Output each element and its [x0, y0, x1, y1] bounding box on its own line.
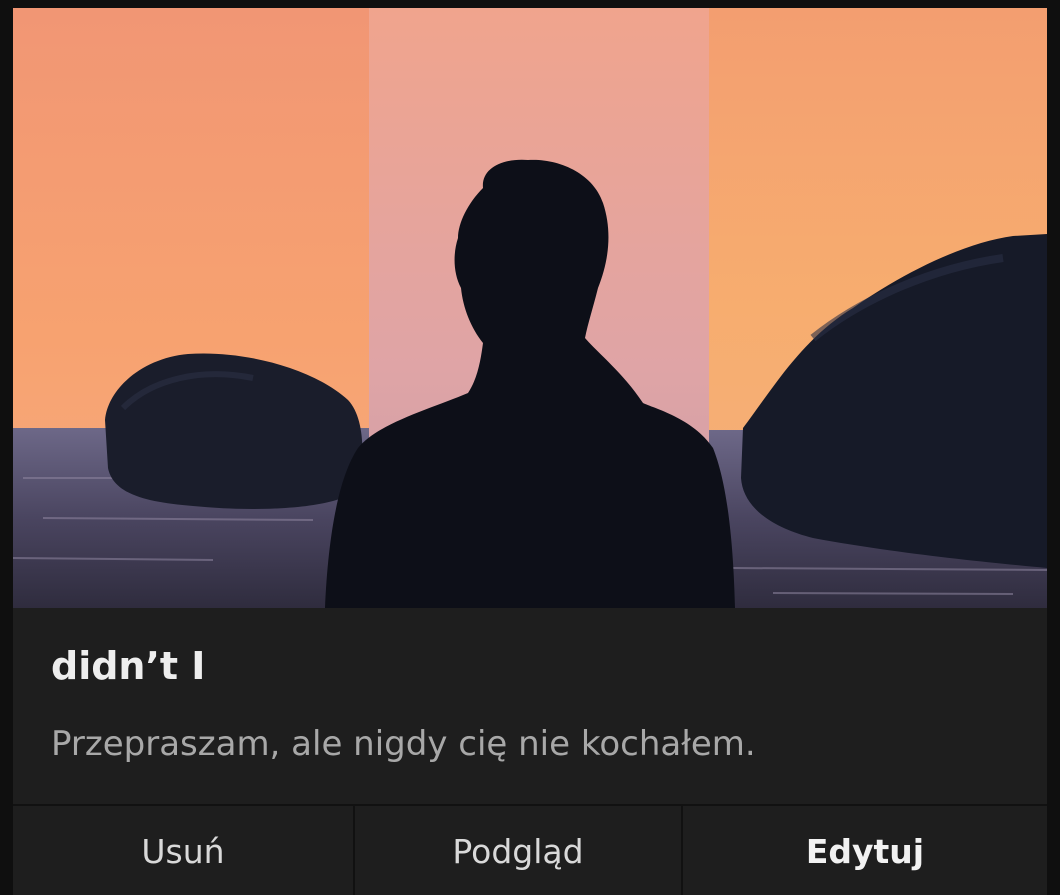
story-cover-image[interactable] [13, 8, 1047, 608]
delete-button[interactable]: Usuń [13, 806, 353, 895]
story-card: didn’t I Przepraszam, ale nigdy cię nie … [13, 8, 1047, 895]
story-description: Przepraszam, ale nigdy cię nie kochałem. [51, 724, 756, 764]
edit-button[interactable]: Edytuj [681, 806, 1047, 895]
story-title[interactable]: didn’t I [51, 644, 205, 688]
story-actions-bar: Usuń Podgląd Edytuj [13, 804, 1047, 895]
cover-illustration [13, 8, 1047, 608]
preview-button[interactable]: Podgląd [353, 806, 681, 895]
story-info: didn’t I Przepraszam, ale nigdy cię nie … [13, 608, 1047, 804]
screen: didn’t I Przepraszam, ale nigdy cię nie … [0, 0, 1060, 895]
